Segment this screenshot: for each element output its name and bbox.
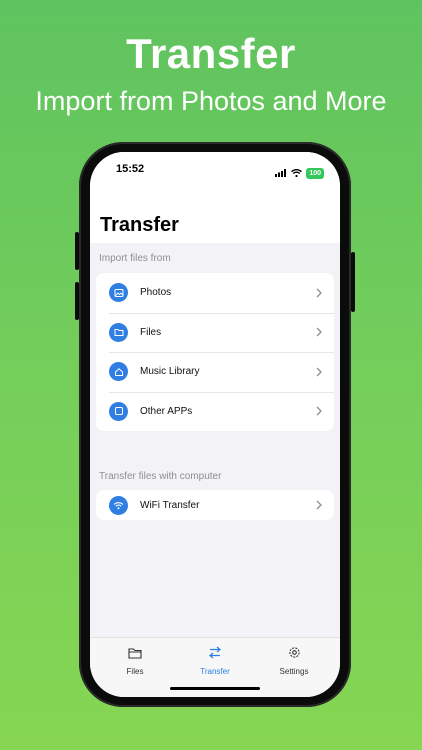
list-item-wifi-transfer[interactable]: WiFi Transfer [96, 490, 334, 520]
chevron-right-icon [312, 365, 326, 379]
chevron-right-icon [312, 325, 326, 339]
row-label: WiFi Transfer [140, 499, 200, 511]
side-button [75, 282, 79, 320]
tab-label: Files [126, 667, 144, 676]
list-item-files[interactable]: Files [96, 312, 334, 353]
row-label: Files [140, 326, 162, 338]
section-header-computer: Transfer files with computer [99, 471, 222, 482]
status-icons: 100 [275, 164, 324, 182]
house-icon [109, 362, 128, 382]
wifi-icon [109, 495, 128, 515]
folder-icon [109, 322, 128, 342]
section-header-import: Import files from [99, 253, 171, 264]
tab-transfer[interactable]: Transfer [185, 646, 245, 676]
signal-icon [275, 164, 287, 182]
tab-label: Settings [279, 667, 309, 676]
promo-title: Transfer [126, 30, 296, 77]
list-item-other-apps[interactable]: Other APPs [96, 391, 334, 432]
list-item-music-library[interactable]: Music Library [96, 352, 334, 392]
tab-bar: Files Transfer Settings [90, 637, 340, 697]
tab-label: Transfer [200, 667, 230, 676]
list-item-photos[interactable]: Photos [96, 273, 334, 313]
home-indicator[interactable] [170, 687, 260, 690]
status-bar: 15:52 100 [90, 152, 340, 192]
side-button [75, 232, 79, 270]
chevron-right-icon [312, 286, 326, 300]
row-label: Music Library [140, 366, 200, 378]
phone-frame: 15:52 100 Transfer Import files from Pho… [75, 142, 355, 707]
power-button [351, 252, 355, 312]
import-list: Photos Files Music Library Other APPs [96, 273, 334, 431]
chevron-right-icon [312, 498, 326, 512]
wifi-icon [291, 164, 303, 182]
gear-icon [288, 646, 301, 664]
app-screen: 15:52 100 Transfer Import files from Pho… [90, 152, 340, 697]
tab-settings[interactable]: Settings [264, 646, 324, 676]
transfer-arrows-icon [208, 646, 222, 664]
row-label: Other APPs [140, 405, 193, 417]
folder-icon [128, 646, 142, 664]
computer-list: WiFi Transfer [96, 490, 334, 520]
tab-files[interactable]: Files [105, 646, 165, 676]
nav-header: Transfer [90, 192, 340, 243]
battery-icon: 100 [306, 167, 324, 179]
promo-subtitle: Import from Photos and More [35, 86, 387, 116]
row-label: Photos [140, 287, 172, 299]
status-time: 15:52 [116, 163, 145, 175]
page-title: Transfer [100, 214, 179, 236]
photo-icon [109, 283, 128, 303]
chevron-right-icon [312, 404, 326, 418]
square-icon [109, 401, 128, 421]
